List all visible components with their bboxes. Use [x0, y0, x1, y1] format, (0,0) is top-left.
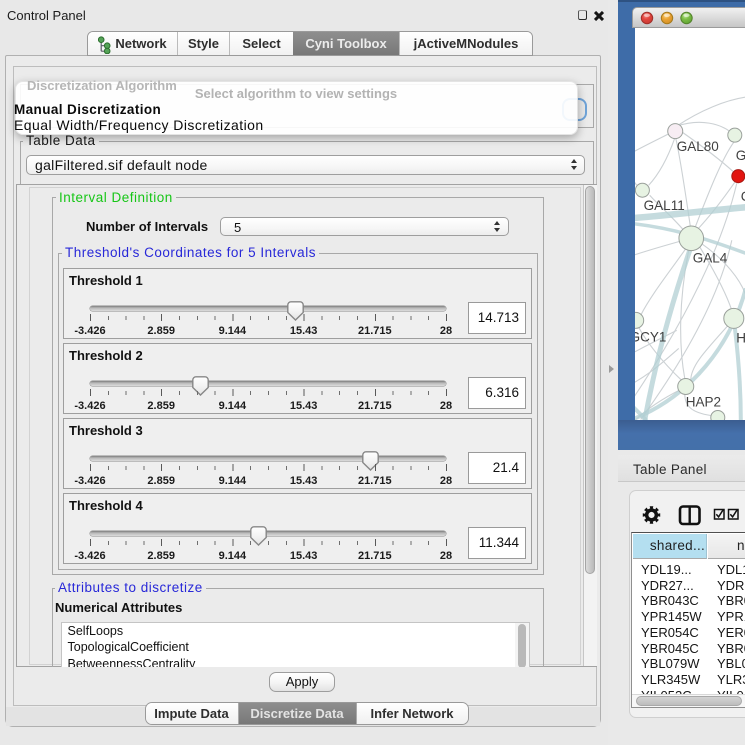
svg-text:HAP2: HAP2	[685, 394, 720, 409]
svg-text:C: C	[740, 189, 745, 204]
svg-text:GAL80: GAL80	[676, 139, 718, 154]
svg-text:GAL4: GAL4	[692, 250, 727, 265]
svg-text:GCY1: GCY1	[635, 329, 666, 344]
svg-text:H: H	[736, 330, 745, 345]
svg-text:GAL11: GAL11	[643, 198, 684, 213]
svg-text:GA: GA	[735, 148, 745, 163]
